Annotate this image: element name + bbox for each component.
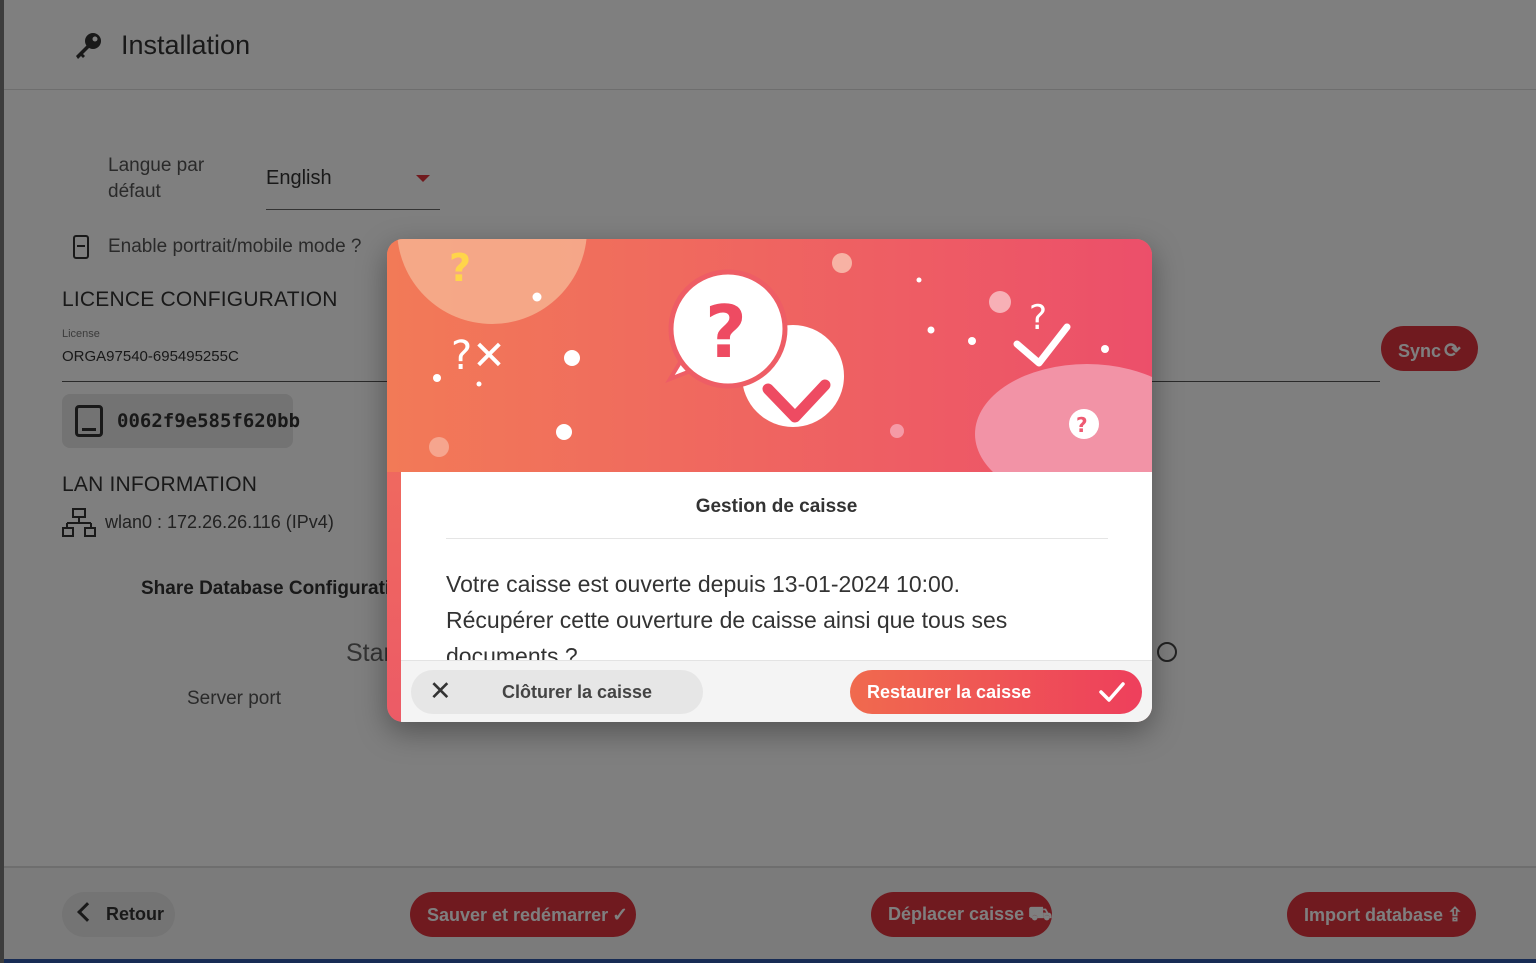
close-register-button[interactable]: ✕ Clôturer la caisse — [411, 670, 703, 714]
svg-text:?: ? — [1029, 298, 1047, 338]
svg-text:?: ? — [1076, 413, 1088, 437]
svg-text:?✕: ?✕ — [451, 333, 506, 379]
dialog-banner-illustration: ? ?✕ ? ? ? — [387, 239, 1152, 472]
restore-register-label: Restaurer la caisse — [867, 682, 1032, 702]
check-icon — [1099, 682, 1125, 702]
dialog-divider — [446, 538, 1108, 539]
svg-text:?: ? — [449, 246, 471, 290]
dialog-message: Votre caisse est ouverte depuis 13-01-20… — [446, 566, 1126, 674]
dialog-actions: ✕ Clôturer la caisse Restaurer la caisse — [401, 660, 1152, 722]
svg-text:?: ? — [705, 290, 747, 374]
dialog-title: Gestion de caisse — [695, 496, 858, 517]
cash-register-dialog: ? ?✕ ? ? ? Gestion de caisse Votre caiss… — [387, 239, 1152, 722]
dialog-body: Gestion de caisse Votre caisse est ouver… — [401, 472, 1152, 722]
dialog-message-line1: Votre caisse est ouverte depuis 13-01-20… — [446, 571, 961, 597]
close-register-label: Clôturer la caisse — [501, 682, 653, 702]
restore-register-button[interactable]: Restaurer la caisse — [850, 670, 1142, 714]
